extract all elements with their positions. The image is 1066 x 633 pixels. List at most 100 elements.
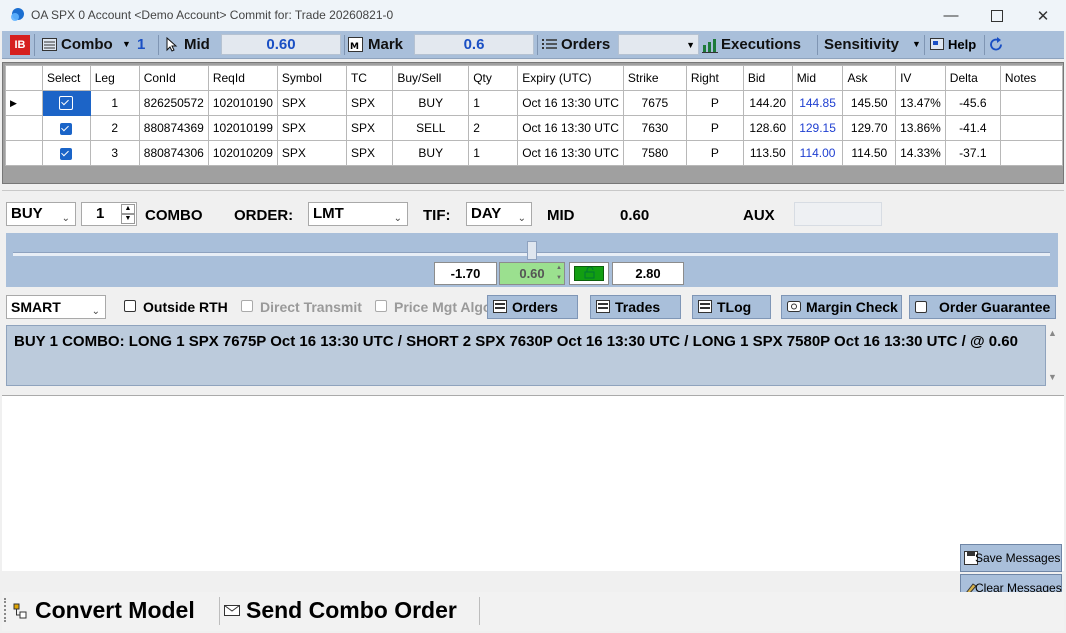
tif-select[interactable]: DAY ⌄ — [466, 202, 532, 226]
orders-list-icon — [542, 39, 557, 49]
legs-table: Select Leg ConId ReqId Symbol TC Buy/Sel… — [5, 65, 1064, 166]
limit-price-field[interactable]: 0.60 ▲ ▼ — [499, 262, 565, 285]
column-header[interactable]: Leg — [89, 65, 140, 91]
quantity-stepper[interactable]: 1 ▲ ▼ — [81, 202, 137, 226]
lock-toggle[interactable] — [569, 262, 609, 285]
orders-button[interactable]: Orders — [487, 295, 578, 319]
iv-cell: 14.33% — [895, 140, 946, 166]
scroll-down-icon[interactable]: ▼ — [1048, 372, 1057, 382]
side-select[interactable]: BUY ⌄ — [6, 202, 76, 226]
row-header-corner — [5, 65, 43, 91]
row-indicator[interactable]: ▶ — [5, 90, 43, 116]
title-bar: OA SPX 0 Account <Demo Account> Commit f… — [0, 0, 1066, 31]
slider-thumb[interactable] — [526, 241, 537, 260]
select-checkbox[interactable] — [41, 90, 91, 116]
slider-max-field[interactable]: 2.80 — [612, 262, 684, 285]
row-indicator[interactable] — [5, 140, 43, 166]
close-button[interactable]: ✕ — [1020, 0, 1066, 31]
slider-min-field[interactable]: -1.70 — [434, 262, 497, 285]
notes-cell[interactable] — [999, 115, 1064, 141]
column-header[interactable]: Notes — [999, 65, 1064, 91]
sensitivity-dropdown[interactable]: Sensitivity ▼ — [822, 31, 922, 58]
sensitivity-label: Sensitivity — [824, 36, 900, 53]
decrement-button[interactable]: ▼ — [121, 214, 135, 224]
trades-button[interactable]: Trades — [590, 295, 681, 319]
column-header[interactable]: ConId — [138, 65, 209, 91]
help-button[interactable]: Help — [928, 31, 980, 58]
column-header[interactable]: Qty — [468, 65, 519, 91]
row-indicator[interactable] — [5, 115, 43, 141]
order-guarantee-checkbox[interactable] — [915, 301, 927, 313]
side-cell[interactable]: BUY — [392, 140, 470, 166]
column-header[interactable]: Delta — [944, 65, 1001, 91]
executions-button[interactable]: Executions — [721, 36, 801, 53]
description-scrollbar[interactable]: ▲ ▼ — [1046, 325, 1060, 386]
column-header[interactable]: Mid — [791, 65, 844, 91]
increment-button[interactable]: ▲ — [121, 204, 135, 214]
column-header[interactable]: Expiry (UTC) — [517, 65, 624, 91]
tlog-button[interactable]: TLog — [692, 295, 771, 319]
increment-button[interactable]: ▲ ▼ — [556, 263, 562, 283]
column-header[interactable]: Buy/Sell — [392, 65, 470, 91]
side-cell[interactable]: SELL — [392, 115, 470, 141]
destination-select[interactable]: SMART ⌄ — [6, 295, 106, 319]
conid-cell: 826250572 — [138, 90, 209, 116]
panel-divider — [2, 190, 1064, 191]
column-header[interactable]: ReqId — [207, 65, 278, 91]
margin-check-button[interactable]: Margin Check — [781, 295, 902, 319]
checkmark-icon — [60, 122, 73, 135]
strike-cell: 7630 — [622, 115, 687, 141]
send-combo-order-button[interactable]: Send Combo Order — [224, 592, 474, 631]
reqid-cell: 102010190 — [207, 90, 278, 116]
minimize-button[interactable]: — — [928, 0, 974, 31]
outside-rth-checkbox[interactable] — [124, 300, 136, 312]
ask-cell: 145.50 — [842, 90, 897, 116]
refresh-icon[interactable] — [989, 37, 1005, 52]
qty-cell[interactable]: 1 — [468, 140, 519, 166]
symbol-cell: SPX — [276, 140, 347, 166]
combo-label: COMBO — [145, 207, 203, 224]
order-type-select[interactable]: LMT ⌄ — [308, 202, 408, 226]
select-checkbox[interactable] — [41, 140, 91, 166]
column-header[interactable]: Select — [41, 65, 91, 91]
direct-transmit-checkbox[interactable] — [241, 300, 253, 312]
leg-cell: 2 — [89, 115, 140, 141]
orders-label: Orders — [561, 36, 611, 53]
window-title: OA SPX 0 Account <Demo Account> Commit f… — [31, 8, 394, 22]
table-row[interactable]: 3 880874306 102010209 SPX SPX BUY 1 Oct … — [5, 140, 1064, 166]
notes-cell[interactable] — [999, 140, 1064, 166]
column-header[interactable]: Ask — [842, 65, 897, 91]
chevron-down-icon: ▼ — [912, 39, 921, 49]
qty-cell[interactable]: 2 — [468, 115, 519, 141]
maximize-button[interactable] — [974, 0, 1020, 31]
side-cell[interactable]: BUY — [392, 90, 470, 116]
convert-model-button[interactable]: Convert Model — [13, 592, 219, 631]
orders-dropdown[interactable]: ▼ — [618, 34, 699, 55]
column-header[interactable]: TC — [345, 65, 394, 91]
column-header[interactable]: Symbol — [276, 65, 347, 91]
tc-cell: SPX — [345, 115, 394, 141]
order-label: ORDER: — [234, 207, 294, 224]
column-header[interactable]: Bid — [742, 65, 793, 91]
column-header[interactable]: Right — [685, 65, 744, 91]
message-area[interactable] — [2, 395, 1064, 571]
table-row[interactable]: ▶ 1 826250572 102010190 SPX SPX BUY 1 Oc… — [5, 90, 1064, 116]
leg-cell: 1 — [89, 90, 140, 116]
mid-cell: 114.00 — [791, 140, 844, 166]
notes-cell[interactable] — [999, 90, 1064, 116]
table-row[interactable]: 2 880874369 102010199 SPX SPX SELL 2 Oct… — [5, 115, 1064, 141]
mark-label: Mark — [368, 36, 404, 53]
price-mgt-algo-checkbox[interactable] — [375, 300, 387, 312]
convert-model-label: Convert Model — [35, 597, 195, 623]
aux-input[interactable] — [794, 202, 882, 226]
qty-cell[interactable]: 1 — [468, 90, 519, 116]
select-checkbox[interactable] — [41, 115, 91, 141]
combo-dropdown[interactable]: Combo ▼ — [40, 31, 140, 58]
column-header[interactable]: IV — [895, 65, 946, 91]
save-messages-button[interactable]: Save Messages — [960, 544, 1062, 572]
send-combo-order-label: Send Combo Order — [246, 597, 457, 623]
order-guarantee-toggle[interactable]: Order Guarantee — [909, 295, 1056, 319]
grip-handle[interactable] — [4, 598, 9, 622]
column-header[interactable]: Strike — [622, 65, 687, 91]
scroll-up-icon[interactable]: ▲ — [1048, 328, 1057, 338]
